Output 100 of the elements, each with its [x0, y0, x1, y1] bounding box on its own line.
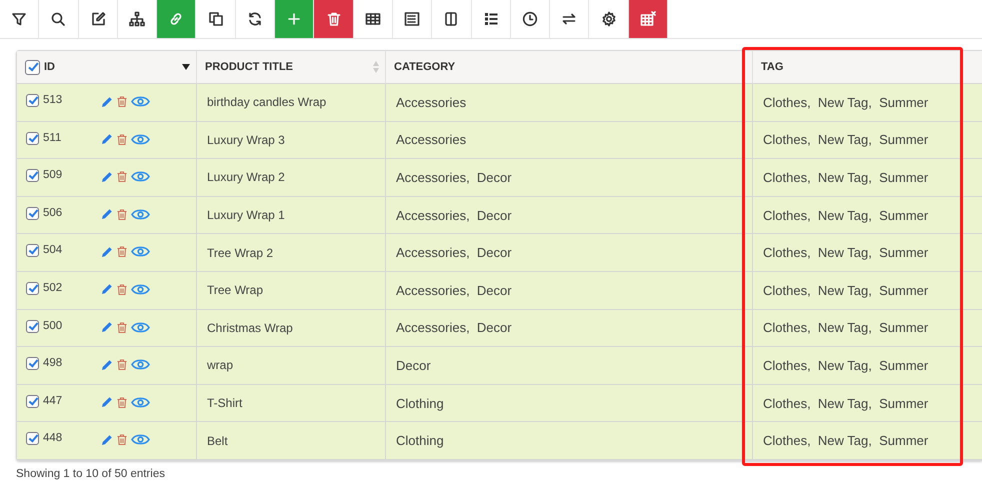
checkbox[interactable] — [26, 132, 39, 145]
table-cell: Clothes, New Tag, Summer — [763, 396, 928, 411]
trash-icon[interactable] — [117, 396, 127, 408]
table-cell: 504 — [43, 244, 62, 256]
checkbox[interactable] — [26, 94, 39, 107]
table-cell: 448 — [43, 432, 62, 444]
trash-icon[interactable] — [117, 208, 127, 220]
dotted-grid-icon — [404, 11, 420, 27]
trash-icon[interactable] — [117, 246, 127, 258]
list-icon — [482, 11, 499, 27]
trash-icon[interactable] — [117, 284, 127, 295]
pencil-icon[interactable] — [101, 208, 113, 220]
checkbox[interactable] — [26, 206, 39, 220]
table-cell: Luxury Wrap 3 — [207, 132, 285, 147]
pencil-icon[interactable] — [101, 434, 113, 446]
trash-icon[interactable] — [117, 359, 127, 370]
column-header[interactable]: TAG — [761, 61, 784, 73]
refresh-icon — [246, 11, 263, 27]
checkbox[interactable] — [26, 432, 39, 446]
table-cell: 513 — [43, 94, 62, 106]
checkbox[interactable] — [25, 60, 40, 74]
columns-icon — [443, 11, 460, 27]
table-cell: Clothes, New Tag, Summer — [763, 245, 928, 260]
table-cell: Tree Wrap 2 — [207, 246, 274, 260]
table-cell: Clothes, New Tag, Summer — [763, 358, 928, 373]
table-cell: Accessories, Decor — [396, 170, 512, 185]
pencil-icon[interactable] — [101, 170, 113, 183]
table-cell: 506 — [43, 206, 62, 219]
search-icon — [50, 11, 66, 27]
table-cell: Luxury Wrap 2 — [207, 170, 285, 184]
pencil-icon[interactable] — [101, 396, 113, 408]
hierarchy-icon — [129, 11, 146, 27]
table-icon — [364, 11, 381, 27]
table-remove-icon — [640, 11, 656, 27]
eye-icon[interactable] — [131, 320, 150, 334]
settings-icon — [600, 11, 617, 27]
eye-icon[interactable] — [131, 433, 150, 446]
table-cell: Clothes, New Tag, Summer — [763, 433, 928, 448]
eye-icon[interactable] — [131, 95, 150, 108]
table-cell: Luxury Wrap 1 — [207, 208, 285, 222]
eye-icon[interactable] — [131, 282, 150, 296]
checkbox[interactable] — [26, 169, 39, 182]
pencil-icon[interactable] — [101, 321, 113, 334]
trash-icon[interactable] — [117, 322, 127, 333]
checkbox[interactable] — [26, 394, 39, 408]
table-cell: T-Shirt — [207, 396, 242, 410]
eye-icon[interactable] — [131, 245, 150, 258]
trash-icon[interactable] — [117, 171, 127, 182]
eye-icon[interactable] — [131, 358, 150, 372]
trash-button[interactable] — [314, 0, 354, 38]
table-cell: 500 — [43, 320, 62, 332]
plus-icon — [286, 11, 302, 27]
pencil-icon[interactable] — [101, 246, 113, 258]
link-icon — [168, 11, 184, 27]
eye-icon[interactable] — [131, 396, 150, 409]
table-cell: Decor — [396, 358, 431, 373]
entries-info: Showing 1 to 10 of 50 entries — [16, 468, 166, 480]
table-cell: Clothing — [396, 433, 444, 448]
copy-icon — [208, 11, 224, 27]
checkbox[interactable] — [26, 282, 39, 295]
table-cell: birthday candles Wrap — [207, 95, 326, 110]
table-cell: 502 — [43, 282, 62, 294]
pencil-icon[interactable] — [101, 133, 113, 146]
table-cell: Accessories, Decor — [396, 245, 512, 260]
pencil-icon[interactable] — [101, 283, 113, 296]
table-cell: Clothes, New Tag, Summer — [763, 170, 928, 185]
filter-icon — [11, 11, 28, 27]
table-cell: 509 — [43, 169, 62, 182]
table-cell: 511 — [43, 132, 62, 144]
trash-icon[interactable] — [117, 96, 127, 107]
pencil-icon[interactable] — [101, 358, 113, 371]
table-cell: 447 — [43, 394, 62, 407]
pencil-icon[interactable] — [101, 96, 113, 108]
trash-icon — [326, 11, 342, 27]
edit-icon — [90, 11, 106, 27]
trash-icon[interactable] — [117, 434, 127, 446]
table-cell: Clothes, New Tag, Summer — [763, 208, 928, 223]
swap-icon — [561, 11, 578, 27]
column-header[interactable]: CATEGORY — [394, 61, 456, 73]
eye-icon[interactable] — [131, 170, 150, 184]
eye-icon[interactable] — [131, 132, 150, 146]
table-cell: wrap — [207, 358, 234, 372]
dropdown-icon[interactable] — [182, 64, 190, 70]
clock-icon — [522, 11, 538, 27]
eye-icon[interactable] — [131, 208, 150, 221]
column-header[interactable]: PRODUCT TITLE — [205, 61, 293, 73]
table-cell: Belt — [207, 434, 228, 448]
table-cell: Christmas Wrap — [207, 320, 293, 335]
table-cell: Tree Wrap — [207, 283, 264, 298]
trash-icon[interactable] — [117, 134, 127, 145]
table-cell: Accessories — [396, 94, 466, 110]
table-cell: Clothes, New Tag, Summer — [763, 132, 928, 148]
column-header[interactable]: ID — [44, 61, 55, 73]
table-cell: Clothing — [396, 396, 444, 411]
checkbox[interactable] — [26, 320, 39, 333]
checkbox[interactable] — [26, 244, 39, 258]
checkbox[interactable] — [26, 357, 39, 370]
table-remove-button[interactable] — [628, 0, 668, 38]
table-cell: Clothes, New Tag, Summer — [763, 94, 928, 110]
table-cell: Clothes, New Tag, Summer — [763, 282, 928, 298]
